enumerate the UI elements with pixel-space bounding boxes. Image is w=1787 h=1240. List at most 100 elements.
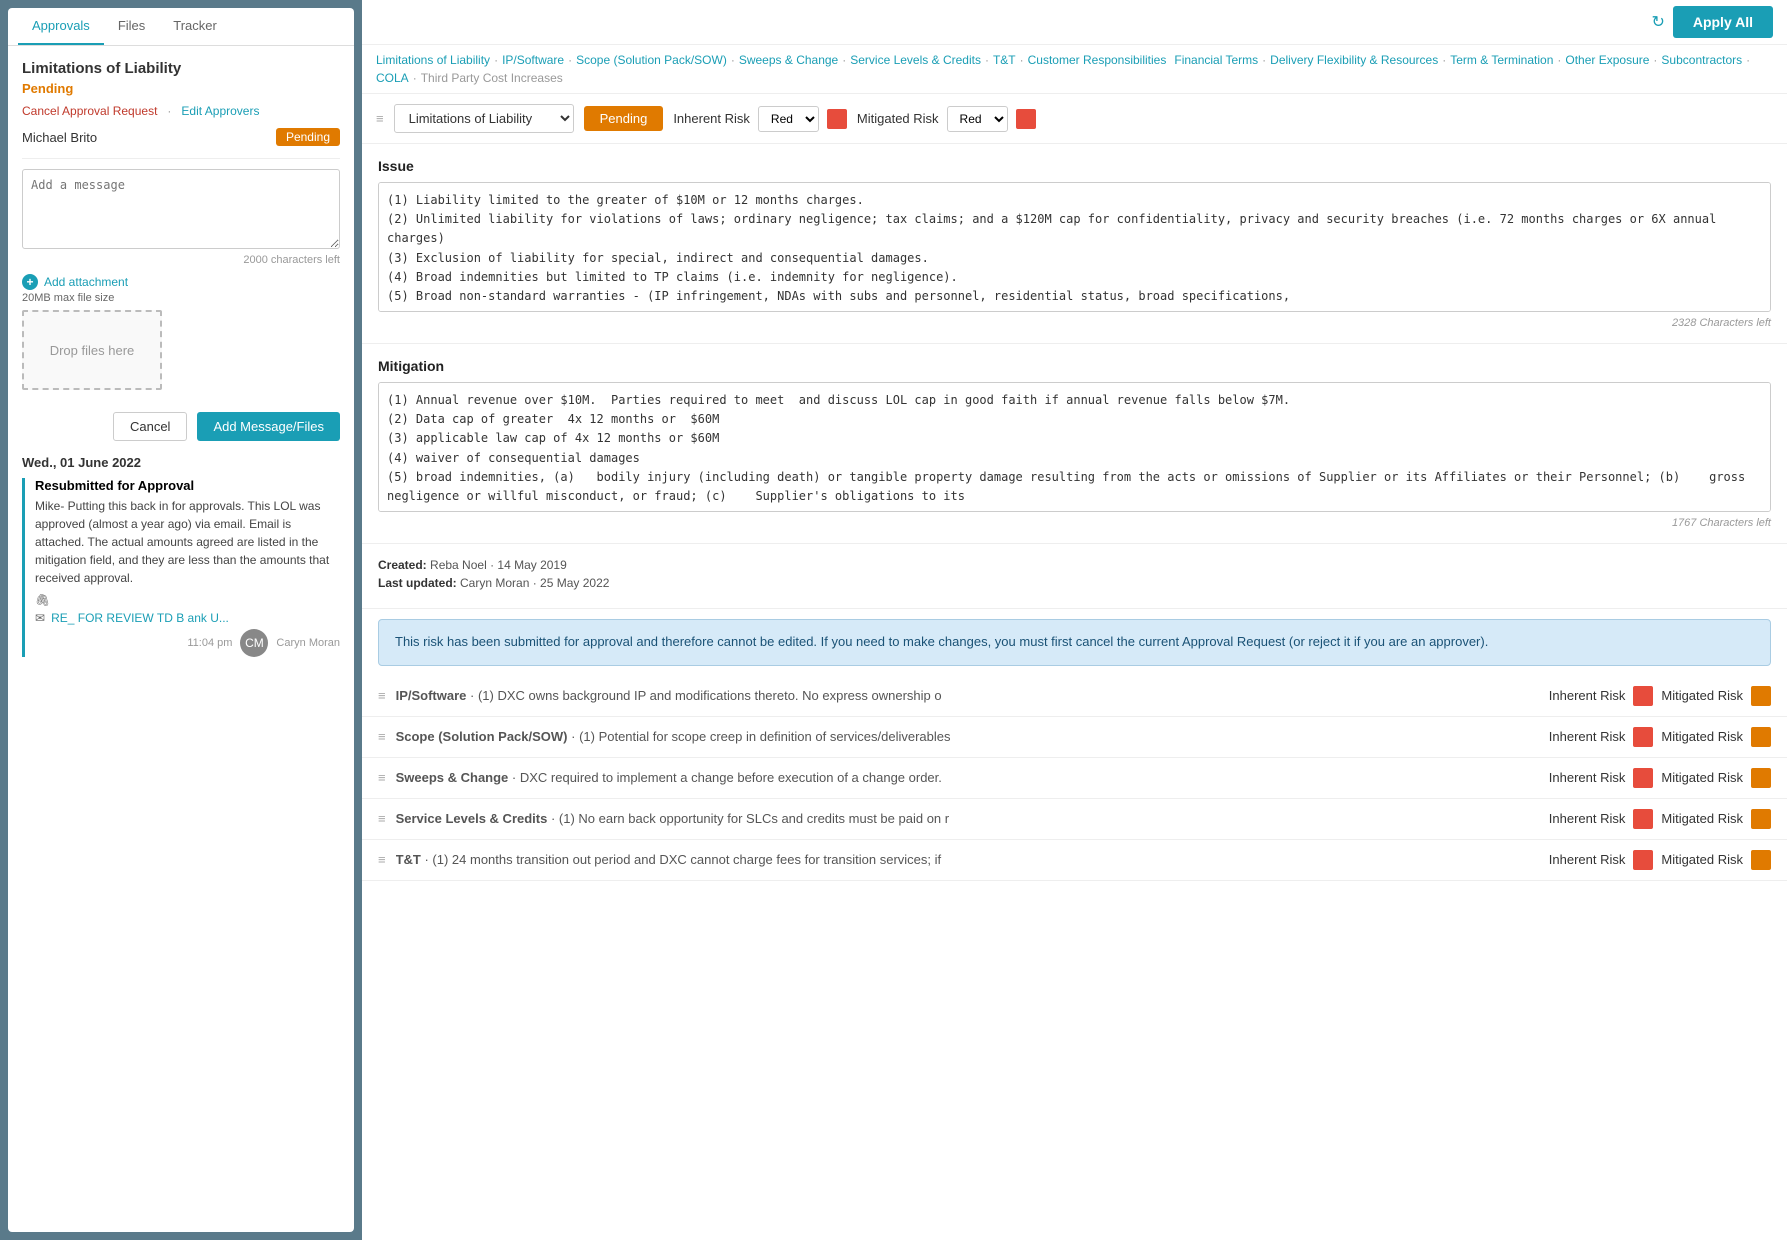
email-link[interactable]: ✉ RE_ FOR REVIEW TD B ank U... (35, 611, 340, 625)
item-title-sweeps: Sweeps & Change (396, 770, 509, 785)
inherent-red-sweeps (1633, 768, 1653, 788)
mitigated-risk-label: Mitigated Risk (857, 111, 939, 126)
nav-subcontractors[interactable]: Subcontractors (1661, 53, 1742, 67)
message-body: Mike- Putting this back in for approvals… (35, 497, 340, 587)
mitigation-chars-left: 1767 Characters left (378, 517, 1771, 529)
mitigation-textarea[interactable] (378, 382, 1771, 512)
add-attachment-icon: + (22, 274, 38, 290)
tab-files[interactable]: Files (104, 8, 159, 45)
drag-handle-scope: ≡ (378, 729, 386, 744)
tabs-header: Approvals Files Tracker (8, 8, 354, 46)
attachment-area: Drop files here (22, 310, 340, 402)
created-row: Created: Reba Noel · 14 May 2019 (378, 558, 1771, 572)
dot-3: · (731, 53, 735, 67)
add-attachment-label: Add attachment (44, 275, 128, 289)
inherent-risk-dropdown[interactable]: Red (758, 106, 819, 132)
item-title-scope: Scope (Solution Pack/SOW) (396, 729, 568, 744)
mitigated-orange-sweeps (1751, 768, 1771, 788)
edit-approvers-link[interactable]: Edit Approvers (181, 104, 259, 118)
status-badge: Pending (584, 106, 664, 131)
message-meta: 11:04 pm CM Caryn Moran (35, 629, 340, 657)
inherent-label-slc: Inherent Risk (1549, 811, 1626, 826)
approver-row: Michael Brito Pending (22, 128, 340, 146)
file-size-note: 20MB max file size (22, 292, 340, 304)
nav-tt[interactable]: T&T (993, 53, 1016, 67)
risk-item-right-ip: Inherent Risk Mitigated Risk (1549, 686, 1771, 706)
mitigated-risk-dropdown[interactable]: Red (947, 106, 1008, 132)
message-textarea[interactable] (22, 169, 340, 249)
nav-term[interactable]: Term & Termination (1450, 53, 1553, 67)
dot-2: · (568, 53, 572, 67)
nav-third-party[interactable]: Third Party Cost Increases (421, 71, 563, 85)
nav-sweeps[interactable]: Sweeps & Change (739, 53, 838, 67)
email-link-text: RE_ FOR REVIEW TD B ank U... (51, 611, 229, 625)
timeline-date: Wed., 01 June 2022 (22, 455, 340, 470)
action-buttons: Cancel Add Message/Files (22, 412, 340, 441)
nav-cola[interactable]: COLA (376, 71, 409, 85)
paperclip-link: 🖇 (35, 593, 340, 607)
info-banner: This risk has been submitted for approva… (378, 619, 1771, 666)
cancel-approval-link[interactable]: Cancel Approval Request (22, 104, 157, 118)
issue-chars-left: 2328 Characters left (378, 317, 1771, 329)
cancel-button[interactable]: Cancel (113, 412, 187, 441)
nav-service-levels[interactable]: Service Levels & Credits (850, 53, 981, 67)
approval-links: Cancel Approval Request · Edit Approvers (22, 104, 340, 118)
meta-section: Created: Reba Noel · 14 May 2019 Last up… (362, 544, 1787, 609)
updated-label: Last updated: (378, 576, 457, 590)
envelope-icon: ✉ (35, 611, 45, 625)
nav-links: Limitations of Liability · IP/Software ·… (362, 45, 1787, 94)
issue-textarea[interactable] (378, 182, 1771, 312)
updated-value: Caryn Moran · 25 May 2022 (460, 576, 609, 590)
item-title-tt: T&T (396, 852, 421, 867)
inherent-label-sweeps: Inherent Risk (1549, 770, 1626, 785)
dot-8: · (1442, 53, 1446, 67)
right-panel: ↻ Apply All Limitations of Liability · I… (362, 0, 1787, 1240)
drag-handle: ≡ (376, 111, 384, 126)
issue-textarea-wrapper (378, 182, 1771, 315)
issue-dropdown[interactable]: Limitations of Liability (394, 104, 574, 133)
approver-badge: Pending (276, 128, 340, 146)
drag-handle-tt: ≡ (378, 852, 386, 867)
nav-scope[interactable]: Scope (Solution Pack/SOW) (576, 53, 727, 67)
add-attachment[interactable]: + Add attachment (22, 274, 340, 290)
separator: · (167, 104, 171, 118)
mitigated-orange-slc (1751, 809, 1771, 829)
updated-row: Last updated: Caryn Moran · 25 May 2022 (378, 576, 1771, 590)
approver-name: Michael Brito (22, 130, 97, 145)
nav-ip-software[interactable]: IP/Software (502, 53, 564, 67)
mitigated-label-tt: Mitigated Risk (1661, 852, 1743, 867)
drag-handle-ip: ≡ (378, 688, 386, 703)
list-item: ≡ Sweeps & Change · DXC required to impl… (362, 758, 1787, 799)
left-content: Limitations of Liability Pending Cancel … (8, 46, 354, 1232)
inherent-label-scope: Inherent Risk (1549, 729, 1626, 744)
main-content: ≡ Limitations of Liability Pending Inher… (362, 94, 1787, 1240)
nav-limitations[interactable]: Limitations of Liability (376, 53, 490, 67)
tab-approvals[interactable]: Approvals (18, 8, 104, 45)
inherent-red-slc (1633, 809, 1653, 829)
tab-tracker[interactable]: Tracker (159, 8, 231, 45)
list-item: ≡ Service Levels & Credits · (1) No earn… (362, 799, 1787, 840)
item-title-slc: Service Levels & Credits (396, 811, 548, 826)
mitigated-orange-tt (1751, 850, 1771, 870)
nav-customer-resp[interactable]: Customer Responsibilities (1028, 53, 1167, 67)
message-card: Resubmitted for Approval Mike- Putting t… (22, 478, 340, 657)
refresh-icon[interactable]: ↻ (1651, 12, 1664, 32)
nav-financial[interactable]: Financial Terms (1174, 53, 1258, 67)
item-desc-sweeps: Sweeps & Change · DXC required to implem… (396, 770, 976, 785)
inherent-red-ip (1633, 686, 1653, 706)
nav-delivery[interactable]: Delivery Flexibility & Resources (1270, 53, 1438, 67)
left-panel: Approvals Files Tracker Limitations of L… (0, 0, 362, 1240)
inherent-risk-group: Inherent Risk Red (673, 106, 847, 132)
mitigated-label-scope: Mitigated Risk (1661, 729, 1743, 744)
add-message-button[interactable]: Add Message/Files (197, 412, 340, 441)
apply-all-button[interactable]: Apply All (1673, 6, 1773, 38)
risk-item-right-scope: Inherent Risk Mitigated Risk (1549, 727, 1771, 747)
dot-11: · (1746, 53, 1750, 67)
risk-list: ≡ IP/Software · (1) DXC owns background … (362, 676, 1787, 881)
drop-zone[interactable]: Drop files here (22, 310, 162, 390)
created-label: Created: (378, 558, 427, 572)
mitigation-section: Mitigation 1767 Characters left (362, 344, 1787, 544)
item-desc-ip: IP/Software · (1) DXC owns background IP… (396, 688, 976, 703)
nav-other[interactable]: Other Exposure (1565, 53, 1649, 67)
issue-section: Issue 2328 Characters left (362, 144, 1787, 344)
